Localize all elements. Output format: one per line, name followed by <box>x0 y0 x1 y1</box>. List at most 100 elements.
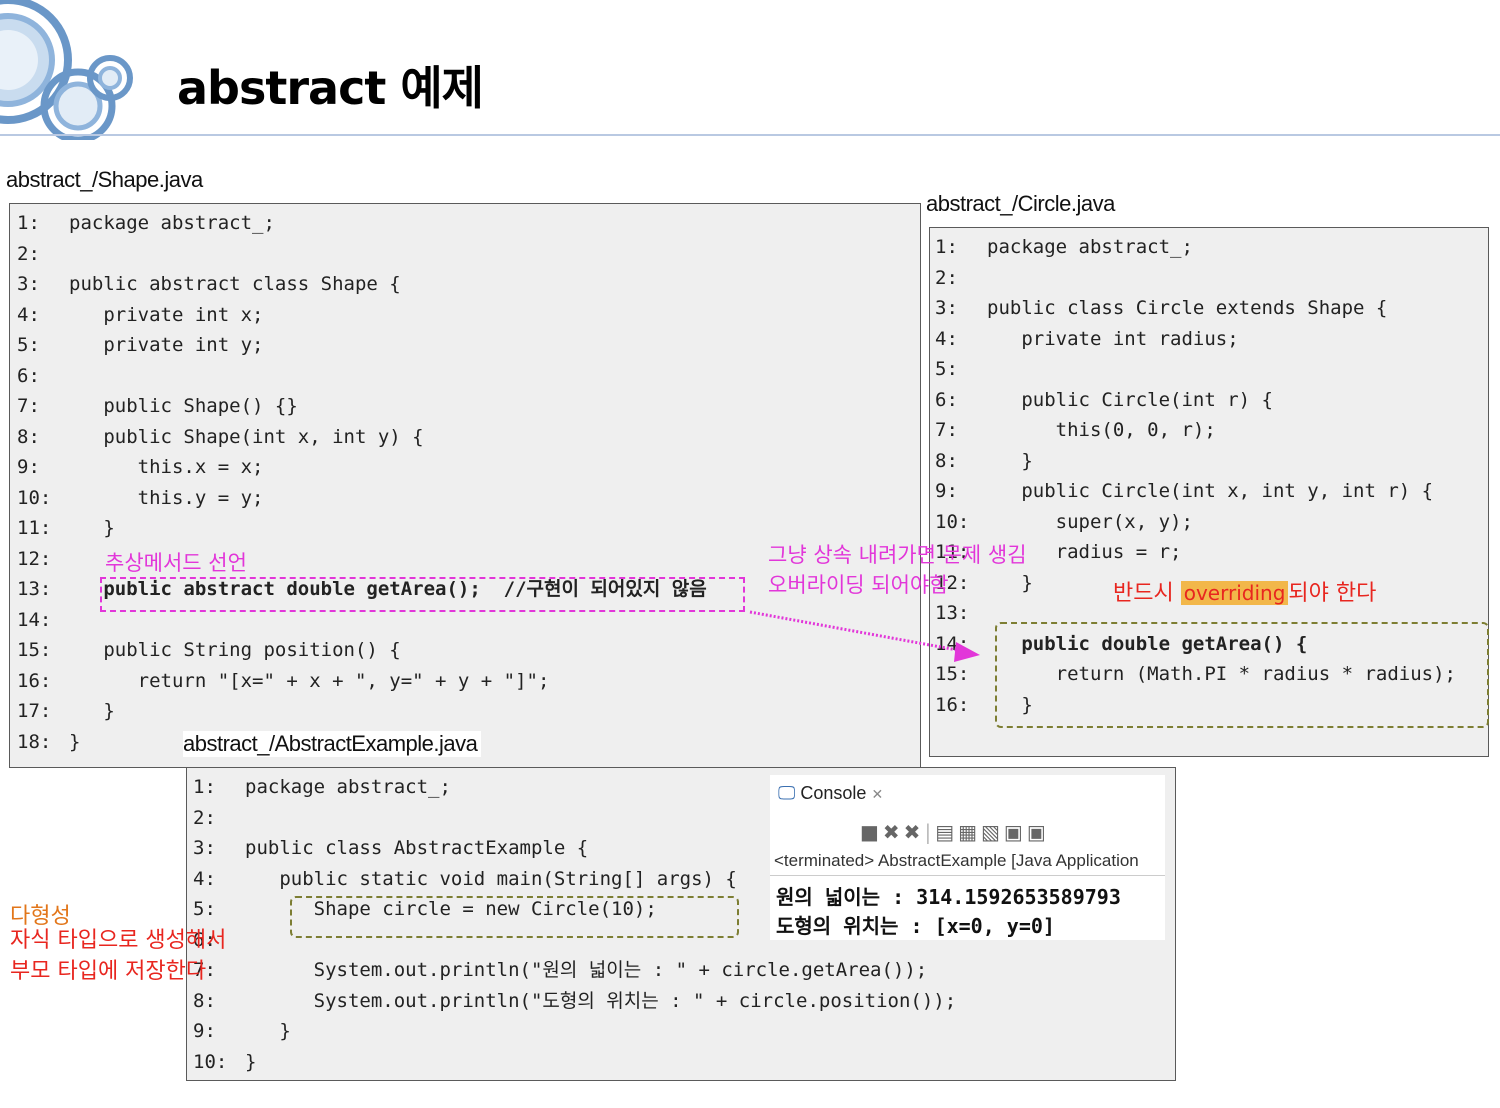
line-number: 2: <box>193 806 216 829</box>
code-text: } <box>245 1050 257 1073</box>
line-number: 6: <box>935 388 958 411</box>
line-number: 12: <box>17 547 52 570</box>
code-text: this(0, 0, r); <box>987 419 1216 441</box>
line-number: 15: <box>17 639 52 661</box>
line-number: 10: <box>193 1050 228 1073</box>
inheritance-note-2: 오버라이딩 되어야함 <box>768 573 949 597</box>
code-line: 1: package abstract_; <box>935 232 1456 263</box>
code-text: public class AbstractExample { <box>245 837 589 859</box>
code-text: } <box>987 571 1033 594</box>
console-panel: 🖵 Console ✕ ■✖✖|▤▦▧▣▣ <terminated> Abstr… <box>770 775 1165 940</box>
line-number: 10: <box>935 510 970 533</box>
code-text: public Shape() {} <box>69 395 298 417</box>
line-number: 5: <box>193 898 216 920</box>
console-status: <terminated> AbstractExample [Java Appli… <box>774 851 1139 870</box>
code-text: public Circle(int r) { <box>987 388 1273 411</box>
code-line: 8: public Shape(int x, int y) { <box>17 422 707 453</box>
console-icon: 🖵 <box>778 783 796 803</box>
line-number: 17: <box>17 700 52 722</box>
code-line: 9: public Circle(int x, int y, int r) { <box>935 476 1456 507</box>
line-number: 9: <box>193 1020 216 1042</box>
line-number: 16: <box>935 693 970 716</box>
code-line: 8: } <box>935 446 1456 477</box>
code-text: } <box>69 730 81 753</box>
inheritance-note-1: 그냥 상속 내려가면 문제 생김 <box>768 543 1027 567</box>
console-tab-label: Console <box>800 783 867 803</box>
line-number: 4: <box>193 867 216 890</box>
line-number: 1: <box>17 212 40 234</box>
remove-launch-icon[interactable]: ✖ <box>883 820 904 844</box>
line-number: 1: <box>935 236 958 258</box>
code-line: 9: this.x = x; <box>17 452 707 483</box>
line-number: 8: <box>935 449 958 472</box>
abstract-method-note: 추상메서드 선언 <box>105 551 247 575</box>
abstract-method-highlight <box>100 577 745 612</box>
polymorphism-line-1: 자식 타입으로 생성해서 <box>10 928 227 953</box>
scroll-lock-icon[interactable]: ▤ <box>935 820 958 844</box>
console-divider <box>770 875 1165 876</box>
line-number: 6: <box>17 364 40 387</box>
shape-code-lines: 1: package abstract_; 2: 3: public abstract … <box>17 208 707 757</box>
code-line: 7: System.out.println("원의 넓이는 : " + circ… <box>193 955 956 986</box>
code-text: this.x = x; <box>69 456 264 478</box>
code-text: this.y = y; <box>69 486 264 509</box>
code-line: 11: } <box>17 513 707 544</box>
code-line: 5: private int y; <box>17 330 707 361</box>
console-toolbar: ■✖✖|▤▦▧▣▣ <box>860 820 1050 844</box>
code-line: 9: } <box>193 1016 956 1047</box>
code-text: private int radius; <box>987 327 1239 350</box>
open-console-icon[interactable]: ▣ <box>1027 820 1050 844</box>
terminate-icon[interactable]: ■ <box>860 820 883 844</box>
code-line: 6: <box>17 361 707 392</box>
code-line: 3: public class Circle extends Shape { <box>935 293 1456 324</box>
pin-icon[interactable]: ▧ <box>981 820 1004 844</box>
override-method-highlight <box>995 622 1489 728</box>
console-output-area: 원의 넓이는 : 314.1592653589793 <box>776 885 1121 909</box>
code-text: } <box>69 700 115 722</box>
code-line: 16: return "[x=" + x + ", y=" + y + "]"; <box>17 666 707 697</box>
code-line: 4: private int radius; <box>935 324 1456 355</box>
code-line: 1: package abstract_; <box>17 208 707 239</box>
code-text: super(x, y); <box>987 510 1193 533</box>
console-output-position: 도형의 위치는 : [x=0, y=0] <box>776 914 1055 938</box>
overriding-highlight: overriding <box>1180 581 1289 605</box>
line-number: 9: <box>17 456 40 478</box>
code-text: return "[x=" + x + ", y=" + y + "]"; <box>69 669 550 692</box>
code-text: System.out.println("원의 넓이는 : " + circle.… <box>245 959 928 981</box>
word-wrap-icon[interactable]: ▦ <box>958 820 981 844</box>
console-tab[interactable]: 🖵 Console ✕ <box>778 783 883 804</box>
display-console-icon[interactable]: ▣ <box>1004 820 1027 844</box>
polymorphism-line-2: 부모 타입에 저장한다 <box>10 959 207 984</box>
line-number: 7: <box>17 395 40 417</box>
shape-file-label: abstract_/Shape.java <box>6 167 203 193</box>
line-number: 4: <box>935 327 958 350</box>
code-line: 15: public String position() { <box>17 635 707 666</box>
code-line: 2: <box>935 263 1456 294</box>
code-text: } <box>245 1020 291 1042</box>
code-text: public class Circle extends Shape { <box>987 297 1388 319</box>
line-number: 8: <box>193 989 216 1012</box>
line-number: 14: <box>17 608 52 631</box>
line-number: 3: <box>193 837 216 859</box>
code-line: 10: this.y = y; <box>17 483 707 514</box>
code-text: private int y; <box>69 334 264 356</box>
code-text: public Circle(int x, int y, int r) { <box>987 480 1434 502</box>
code-text: } <box>987 449 1033 472</box>
line-number: 8: <box>17 425 40 448</box>
code-line: 17: } <box>17 696 707 727</box>
code-line: 7: this(0, 0, r); <box>935 415 1456 446</box>
code-text: package abstract_; <box>987 236 1193 258</box>
remove-all-icon[interactable]: ✖ <box>904 820 925 844</box>
code-line: 6: public Circle(int r) { <box>935 385 1456 416</box>
line-number: 1: <box>193 776 216 798</box>
line-number: 3: <box>17 273 40 295</box>
code-text: package abstract_; <box>245 776 451 798</box>
code-text: public abstract class Shape { <box>69 273 401 295</box>
close-icon[interactable]: ✕ <box>871 786 883 802</box>
line-number: 2: <box>935 266 958 289</box>
line-number: 16: <box>17 669 52 692</box>
line-number: 9: <box>935 480 958 502</box>
line-number: 10: <box>17 486 52 509</box>
code-text: System.out.println("도형의 위치는 : " + circle… <box>245 989 957 1012</box>
code-line: 10: super(x, y); <box>935 507 1456 538</box>
